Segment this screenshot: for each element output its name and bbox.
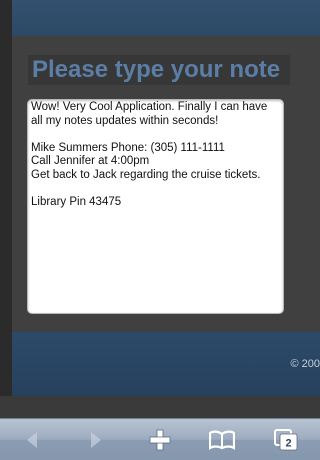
bookmarks-button[interactable] [202,419,242,460]
page-title: Please type your note [28,55,290,85]
pages-button[interactable]: 2 [266,419,306,460]
note-textarea[interactable]: Wow! Very Cool Application. Finally I ca… [27,99,284,314]
plus-icon [149,429,171,451]
forward-button[interactable] [76,419,116,460]
left-edge [0,0,12,396]
pages-count: 2 [285,438,291,450]
copyright-text: © 200 [290,358,320,370]
top-banner [12,0,320,36]
bookmarks-icon [209,430,235,450]
pages-icon: 2 [274,429,298,451]
browser-toolbar: 2 [0,418,320,460]
add-bookmark-button[interactable] [140,419,180,460]
page-footer: © 200 [12,332,320,396]
forward-arrow-icon [91,432,101,448]
back-button[interactable] [12,419,52,460]
back-arrow-icon [27,432,37,448]
page-gap [0,396,320,418]
